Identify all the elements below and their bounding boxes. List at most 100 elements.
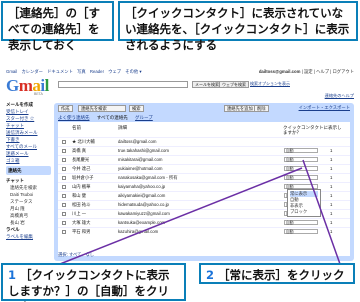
chat-search[interactable]: 連絡先を検索 xyxy=(10,184,51,191)
contact-name[interactable]: 山内 楓華 xyxy=(72,183,90,190)
callout-show-all-contacts: ［連絡先］の［すべての連絡先］を表示しておく xyxy=(1,1,114,52)
row-checkbox[interactable] xyxy=(62,212,66,216)
callout-text: ［クイックコンタクト］に表示されていない連絡先を、［クイックコンタクト］に表示さ… xyxy=(125,6,350,52)
option-block[interactable]: ブロック xyxy=(290,209,318,215)
app-link-gmail[interactable]: Gmail xyxy=(6,69,17,74)
contacts-help-link[interactable]: 連絡先のヘルプ xyxy=(325,93,354,99)
search-options-link[interactable]: 検索オプションを表示 xyxy=(250,81,290,87)
account-links[interactable]: | 設定 | ヘルプ | ログアウト xyxy=(302,69,354,74)
chat-user: Daiti Tsuboi xyxy=(10,192,34,197)
search-mail-button[interactable]: メールを検索 xyxy=(192,81,222,88)
nav-starred[interactable]: スター付き ☆ xyxy=(6,115,51,122)
column-header-detail[interactable]: 詳細 xyxy=(118,125,127,131)
nav-contacts[interactable]: 連絡先 xyxy=(6,166,51,175)
table-row[interactable]: 平石 和男 kazuhira@gmail.com 自動 1 xyxy=(58,227,350,234)
contact-name[interactable]: 今井 達己 xyxy=(72,165,90,172)
search-web-button[interactable]: ウェブを検索 xyxy=(219,81,249,88)
nav-sent[interactable]: 送信済みメール xyxy=(6,129,51,136)
app-link-photos[interactable]: 写真 xyxy=(77,69,86,74)
contact-email: nanakosaka@gmail.com - 所有 xyxy=(118,175,178,180)
row-checkbox[interactable] xyxy=(62,230,66,234)
step-text: ［常に表示］をクリック xyxy=(218,268,345,282)
delete-button[interactable]: 削除 xyxy=(254,105,269,112)
import-export-link[interactable]: インポート・エクスポート xyxy=(299,105,350,111)
quick-contact-select[interactable]: 自動 xyxy=(284,148,318,153)
quick-contact-select[interactable]: 自動 xyxy=(284,157,318,162)
contact-count: 1 xyxy=(330,148,333,153)
nav-drafts[interactable]: 下書き xyxy=(6,136,51,143)
contact-name[interactable]: 長尾慶光 xyxy=(72,156,89,163)
row-checkbox[interactable] xyxy=(62,140,66,144)
nav-trash[interactable]: ゴミ箱 xyxy=(6,157,51,164)
contact-email: kazuhira@gmail.com xyxy=(118,229,159,234)
nav-all-mail[interactable]: すべてのメール xyxy=(6,143,51,150)
row-checkbox[interactable] xyxy=(62,194,66,198)
chat-contact[interactable]: 高橋真弓 xyxy=(10,212,51,219)
contact-search-button[interactable]: 検索 xyxy=(129,105,144,112)
row-checkbox[interactable] xyxy=(62,185,66,189)
contact-name[interactable]: 大塚 雄大 xyxy=(72,219,90,226)
tab-groups[interactable]: グループ xyxy=(135,115,153,120)
table-row[interactable]: 山内 楓華 kaiyamaha@yahoo.co.jp 自動 1 xyxy=(58,182,350,189)
contact-name[interactable]: 平石 和男 xyxy=(72,228,90,235)
contact-count: 1 xyxy=(330,175,333,180)
app-link-more[interactable]: その他 ▾ xyxy=(125,69,141,74)
chat-contact[interactable]: 長山 岩 xyxy=(10,219,51,226)
callout-text: ［連絡先］の［すべての連絡先］を表示しておく xyxy=(8,6,100,52)
top-bar: Gmail カレンダー ドキュメント 写真 Reader ウェブ その他 ▾ d… xyxy=(2,67,358,75)
column-header-name[interactable]: 名前 xyxy=(72,125,81,131)
contact-search-input[interactable]: 連絡先を検索 xyxy=(78,105,126,112)
contact-email: misakitarai@gmail.com xyxy=(118,157,163,162)
chat-contact[interactable]: 月山 隆 xyxy=(10,205,51,212)
contact-name[interactable]: 高橋 真 xyxy=(72,147,86,154)
contact-name[interactable]: 川上 一 xyxy=(72,210,86,217)
select-links[interactable]: 選択: すべて、なし xyxy=(58,252,94,258)
contact-count: 1 xyxy=(330,166,333,171)
app-link-calendar[interactable]: カレンダー xyxy=(21,69,42,74)
row-checkbox[interactable] xyxy=(62,221,66,225)
mail-search-input[interactable] xyxy=(58,81,188,88)
quick-contact-select[interactable]: 自動 xyxy=(284,175,318,180)
contact-count: 1 xyxy=(330,229,333,234)
app-link-web[interactable]: ウェブ xyxy=(108,69,121,74)
edit-labels-link[interactable]: ラベルを編集 xyxy=(6,233,51,240)
compose-link[interactable]: メールを作成 xyxy=(6,101,51,108)
app-link-reader[interactable]: Reader xyxy=(90,69,104,74)
row-checkbox[interactable] xyxy=(62,149,66,153)
contact-email: kantsuka@example.com xyxy=(118,220,166,225)
table-row[interactable]: 大塚 雄大 kantsuka@example.com 自動 1 xyxy=(58,218,350,225)
table-row[interactable]: 今井 達己 yukiaime@hotmail.com 自動 1 xyxy=(58,164,350,171)
quick-contact-select[interactable]: 自動 xyxy=(284,220,318,225)
table-row[interactable]: 坂井倉小子 nanakosaka@gmail.com - 所有 自動 1 xyxy=(58,173,350,180)
contact-email: kaiyamaha@yahoo.co.jp xyxy=(118,184,166,189)
table-row[interactable]: ★ 北川大輔 dailtoss@gmail.com xyxy=(58,137,350,144)
table-row[interactable]: 長尾慶光 misakitarai@gmail.com 自動 1 xyxy=(58,155,350,162)
compose-button[interactable]: 作成 xyxy=(58,105,73,112)
step-text: ［クイックコンタクトに表示しますか？］の［自動］をクリック xyxy=(8,268,170,302)
nav-inbox[interactable]: 受信トレイ xyxy=(6,108,51,115)
nav-spam[interactable]: 迷惑メール xyxy=(6,150,51,157)
contacts-panel: 作成 連絡先を検索 検索 連絡先を追加 削除 インポート・エクスポート よく使う… xyxy=(54,103,354,261)
row-checkbox[interactable] xyxy=(62,167,66,171)
row-checkbox[interactable] xyxy=(62,158,66,162)
table-row[interactable]: 高橋 真 true.takahashi@gmail.com 自動 1 xyxy=(58,146,350,153)
contact-count: 1 xyxy=(330,211,333,216)
tab-all-contacts[interactable]: すべての連絡先 xyxy=(97,115,128,120)
contact-name[interactable]: 松田 祐斗 xyxy=(72,201,90,208)
tab-frequent[interactable]: よく使う連絡先 xyxy=(58,115,90,120)
contact-name[interactable]: 和山 健 xyxy=(72,192,86,199)
quick-contact-select[interactable]: 自動 xyxy=(284,166,318,171)
gmail-screenshot: Gmail カレンダー ドキュメント 写真 Reader ウェブ その他 ▾ d… xyxy=(2,67,358,263)
contact-name[interactable]: 坂井倉小子 xyxy=(72,174,93,181)
row-checkbox[interactable] xyxy=(62,203,66,207)
app-link-docs[interactable]: ドキュメント xyxy=(47,69,73,74)
callout-purpose: ［クイックコンタクト］に表示されていない連絡先を、［クイックコンタクト］に表示さ… xyxy=(118,1,358,52)
nav-chat[interactable]: チャット xyxy=(6,122,51,129)
account-area: dailtoss@gmail.com | 設定 | ヘルプ | ログアウト xyxy=(259,69,354,75)
contact-name[interactable]: ★ 北川大輔 xyxy=(72,138,95,145)
quick-contact-select[interactable]: 自動 xyxy=(284,229,318,234)
contact-count: 1 xyxy=(330,184,333,189)
chat-status[interactable]: ステータス xyxy=(10,198,51,205)
add-contact-button[interactable]: 連絡先を追加 xyxy=(224,105,256,112)
row-checkbox[interactable] xyxy=(62,176,66,180)
